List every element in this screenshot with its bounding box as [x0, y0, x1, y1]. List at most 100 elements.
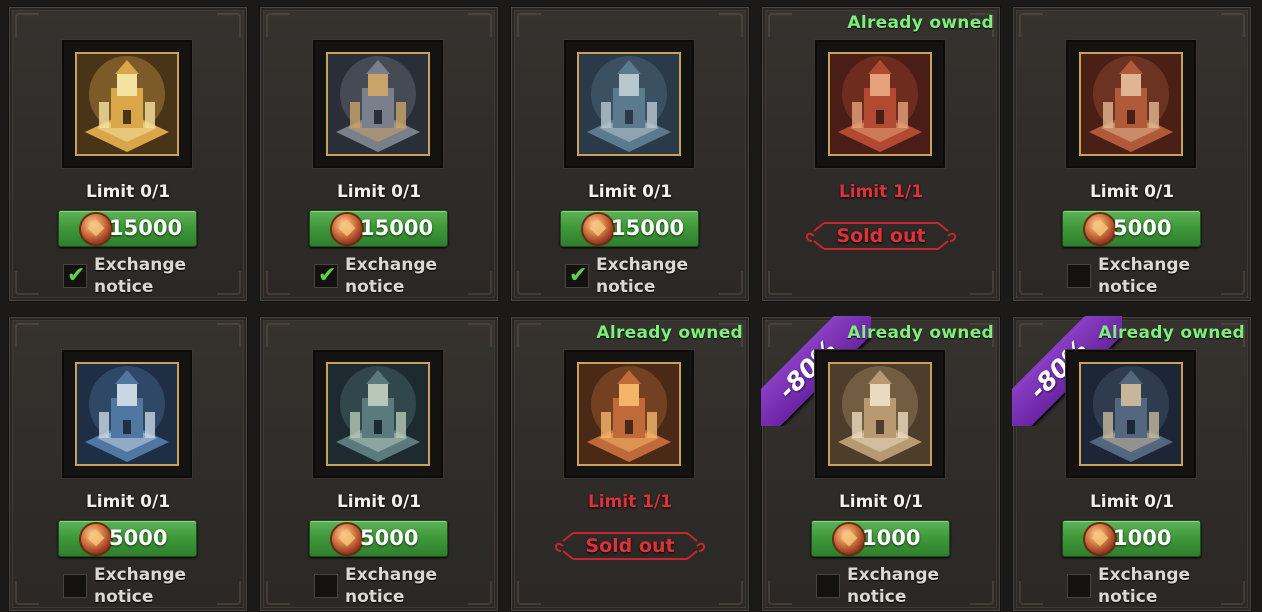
- corner-ornament: [468, 323, 492, 347]
- exchange-notice-label: Exchange notice: [847, 564, 957, 608]
- item-image-frame[interactable]: [564, 350, 694, 478]
- purchase-limit: Limit 0/1: [85, 182, 171, 202]
- corner-ornament: [719, 13, 743, 37]
- item-image-frame[interactable]: [1066, 40, 1196, 168]
- exchange-notice-line1: Exchange: [596, 255, 689, 275]
- gem-coin-icon: [332, 524, 362, 554]
- item-image-frame[interactable]: [815, 350, 945, 478]
- exchange-notice-label: Exchange notice: [1098, 254, 1208, 298]
- exchange-card[interactable]: Already owned Limit 1/1 Sold out: [761, 6, 1001, 302]
- corner-ornament: [15, 581, 39, 605]
- castle-skin-image: [579, 364, 679, 464]
- exchange-price-button[interactable]: 1000: [1062, 520, 1201, 557]
- corner-ornament: [970, 271, 994, 295]
- corner-ornament: [1221, 13, 1245, 37]
- exchange-notice-checkbox[interactable]: ✔: [314, 264, 338, 288]
- exchange-price-button[interactable]: 15000: [58, 210, 197, 247]
- exchange-notice-line2: notice: [94, 277, 154, 297]
- exchange-card[interactable]: Limit 0/1 15000 ✔ Exchange notice: [259, 6, 499, 302]
- corner-ornament: [217, 13, 241, 37]
- castle-skin-image: [830, 364, 930, 464]
- item-image-frame[interactable]: [564, 40, 694, 168]
- exchange-card[interactable]: -80% Already owned Limit 0/1 1000 Exchange no…: [1012, 316, 1252, 612]
- corner-ornament: [1221, 271, 1245, 295]
- exchange-notice-line1: Exchange: [847, 565, 940, 585]
- exchange-notice-label: Exchange notice: [1098, 564, 1208, 608]
- exchange-notice-checkbox[interactable]: [63, 574, 87, 598]
- exchange-notice-line1: Exchange: [1098, 255, 1191, 275]
- castle-skin-image: [1081, 54, 1181, 154]
- exchange-price-button[interactable]: 5000: [58, 520, 197, 557]
- sold-out-badge: Sold out: [551, 529, 709, 563]
- exchange-price-button[interactable]: 1000: [811, 520, 950, 557]
- corner-ornament: [468, 581, 492, 605]
- corner-ornament: [719, 581, 743, 605]
- exchange-card[interactable]: Limit 0/1 5000 Exchange notice: [8, 316, 248, 612]
- exchange-card[interactable]: Already owned Limit 1/1 Sold out: [510, 316, 750, 612]
- item-image-frame[interactable]: [62, 350, 192, 478]
- exchange-notice-checkbox[interactable]: [1067, 264, 1091, 288]
- corner-ornament: [266, 323, 290, 347]
- already-owned-label: Already owned: [596, 323, 743, 343]
- check-icon: ✔: [569, 263, 588, 288]
- already-owned-label: Already owned: [847, 13, 994, 33]
- exchange-card[interactable]: Limit 0/1 15000 ✔ Exchange notice: [510, 6, 750, 302]
- price-amount: 5000: [109, 526, 168, 550]
- corner-ornament: [517, 323, 541, 347]
- exchange-card[interactable]: Limit 0/1 15000 ✔ Exchange notice: [8, 6, 248, 302]
- exchange-price-button[interactable]: 15000: [560, 210, 699, 247]
- exchange-notice-line2: notice: [94, 587, 154, 607]
- exchange-notice-checkbox[interactable]: ✔: [565, 264, 589, 288]
- exchange-notice-line1: Exchange: [345, 255, 438, 275]
- castle-skin-image: [77, 364, 177, 464]
- gem-coin-icon: [834, 524, 864, 554]
- price-amount: 1000: [862, 526, 921, 550]
- purchase-limit: Limit 0/1: [838, 492, 924, 512]
- item-image-frame[interactable]: [815, 40, 945, 168]
- exchange-notice-line2: notice: [1098, 587, 1158, 607]
- corner-ornament: [266, 13, 290, 37]
- exchange-notice-line2: notice: [345, 587, 405, 607]
- item-image-frame[interactable]: [313, 40, 443, 168]
- exchange-notice-checkbox[interactable]: [1067, 574, 1091, 598]
- castle-skin-image: [328, 54, 428, 154]
- corner-ornament: [1019, 271, 1043, 295]
- exchange-notice-line1: Exchange: [94, 255, 187, 275]
- exchange-card[interactable]: Limit 0/1 5000 Exchange notice: [1012, 6, 1252, 302]
- purchase-limit: Limit 0/1: [336, 492, 422, 512]
- corner-ornament: [1221, 581, 1245, 605]
- price-amount: 15000: [109, 216, 183, 240]
- purchase-limit: Limit 1/1: [587, 492, 673, 512]
- exchange-card[interactable]: -80% Already owned Limit 0/1 1000 Exchange no…: [761, 316, 1001, 612]
- corner-ornament: [1019, 581, 1043, 605]
- corner-ornament: [768, 581, 792, 605]
- exchange-price-button[interactable]: 5000: [1062, 210, 1201, 247]
- exchange-notice-line2: notice: [1098, 277, 1158, 297]
- exchange-notice-checkbox[interactable]: [314, 574, 338, 598]
- corner-ornament: [517, 13, 541, 37]
- gem-coin-icon: [1085, 524, 1115, 554]
- corner-ornament: [15, 323, 39, 347]
- corner-ornament: [266, 271, 290, 295]
- item-image-frame[interactable]: [62, 40, 192, 168]
- exchange-price-button[interactable]: 15000: [309, 210, 448, 247]
- item-image-frame[interactable]: [1066, 350, 1196, 478]
- corner-ornament: [1019, 13, 1043, 37]
- exchange-notice-checkbox[interactable]: ✔: [63, 264, 87, 288]
- exchange-notice-line1: Exchange: [345, 565, 438, 585]
- exchange-notice-line1: Exchange: [1098, 565, 1191, 585]
- item-image-frame[interactable]: [313, 350, 443, 478]
- exchange-notice-line2: notice: [596, 277, 656, 297]
- gem-coin-icon: [583, 214, 613, 244]
- gem-coin-icon: [81, 214, 111, 244]
- exchange-price-button[interactable]: 5000: [309, 520, 448, 557]
- price-amount: 15000: [611, 216, 685, 240]
- purchase-limit: Limit 0/1: [1089, 492, 1175, 512]
- corner-ornament: [15, 13, 39, 37]
- already-owned-label: Already owned: [847, 323, 994, 343]
- exchange-card[interactable]: Limit 0/1 5000 Exchange notice: [259, 316, 499, 612]
- already-owned-label: Already owned: [1098, 323, 1245, 343]
- corner-ornament: [217, 271, 241, 295]
- check-icon: ✔: [67, 263, 86, 288]
- exchange-notice-checkbox[interactable]: [816, 574, 840, 598]
